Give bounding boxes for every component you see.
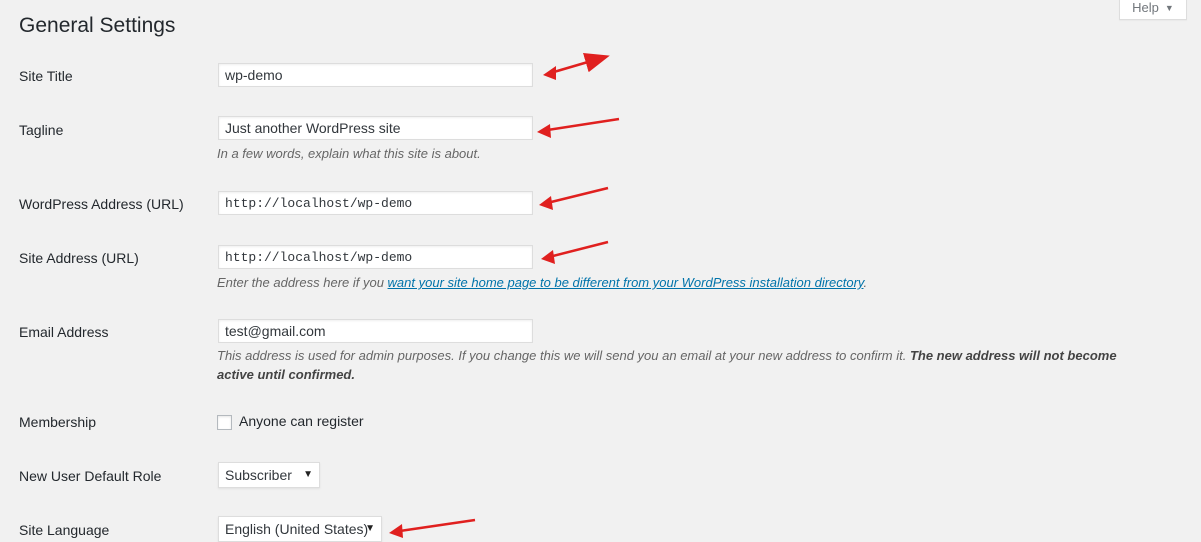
arrowhead xyxy=(389,524,403,538)
arrowhead xyxy=(543,66,556,80)
arrowhead xyxy=(537,124,551,138)
annotation-arrow-site-address xyxy=(544,240,609,260)
annotation-arrow-wp-address xyxy=(542,186,609,206)
arrowhead xyxy=(541,250,555,264)
annotation-arrows xyxy=(389,53,620,538)
annotation-arrow-site-language xyxy=(392,518,476,534)
annotation-arrow-tagline xyxy=(540,117,620,133)
arrowhead xyxy=(539,196,553,210)
